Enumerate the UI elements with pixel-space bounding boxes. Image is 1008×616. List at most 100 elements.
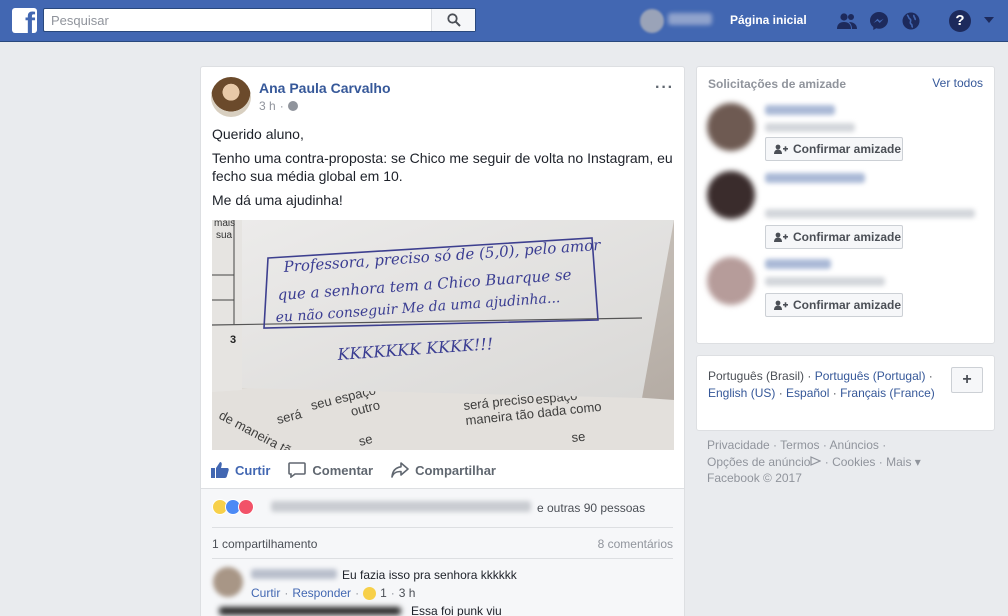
divider bbox=[212, 527, 673, 528]
language-panel: Português (Brasil) · Português (Portugal… bbox=[696, 355, 995, 431]
like-button[interactable]: Curtir bbox=[211, 462, 270, 478]
post-timestamp[interactable]: 3 h bbox=[259, 99, 276, 113]
share-label: Compartilhar bbox=[415, 462, 496, 478]
friend-requests-icon[interactable] bbox=[836, 10, 858, 32]
comment-icon bbox=[288, 462, 307, 478]
footer-link[interactable]: Opções de anúncio bbox=[707, 455, 822, 469]
search-button[interactable] bbox=[431, 9, 475, 31]
feed-post: Ana Paula Carvalho 3 h · ··· Querido alu… bbox=[200, 66, 685, 616]
help-icon[interactable]: ? bbox=[949, 10, 971, 32]
footer-link[interactable]: Termos bbox=[780, 438, 819, 452]
post-photo[interactable]: de maneira tão dado seu espaço outro ser… bbox=[212, 220, 674, 450]
notifications-globe-icon[interactable] bbox=[900, 10, 922, 32]
comment-time[interactable]: 3 h bbox=[399, 586, 416, 600]
mutual-friends-blurred bbox=[765, 209, 975, 218]
top-navigation-bar: f Página inicial ? bbox=[0, 0, 1008, 42]
messenger-icon[interactable] bbox=[868, 10, 890, 32]
ad-choices-icon bbox=[810, 455, 822, 466]
footer-link[interactable]: Anúncios bbox=[830, 438, 879, 452]
current-language: Português (Brasil) bbox=[708, 369, 805, 383]
facebook-logo-icon[interactable]: f bbox=[12, 8, 37, 33]
photo-text: mais bbox=[214, 220, 235, 229]
post-options-button[interactable]: ··· bbox=[655, 79, 674, 97]
friend-requests-panel: Solicitações de amizade Ver todos Confir… bbox=[696, 66, 995, 344]
post-meta: 3 h · bbox=[259, 99, 298, 113]
footer-links: Privacidade · Termos · Anúncios · Opções… bbox=[707, 438, 921, 485]
confirm-friend-button[interactable]: Confirmar amizade bbox=[765, 137, 903, 161]
friend-request-item: Confirmar amizade bbox=[707, 257, 987, 327]
friend-request-item: Confirmar amizade bbox=[707, 103, 987, 173]
language-link[interactable]: Español bbox=[786, 386, 829, 400]
share-count[interactable]: 1 compartilhamento bbox=[212, 537, 317, 551]
confirm-friend-button[interactable]: Confirmar amizade bbox=[765, 225, 903, 249]
confirm-label: Confirmar amizade bbox=[793, 230, 902, 244]
footer-link[interactable]: Cookies bbox=[832, 455, 875, 469]
requester-avatar[interactable] bbox=[707, 171, 755, 219]
more-languages-button[interactable]: + bbox=[951, 367, 983, 393]
see-all-link[interactable]: Ver todos bbox=[932, 76, 983, 90]
footer-link[interactable]: Privacidade bbox=[707, 438, 770, 452]
photo-text: sua bbox=[216, 230, 233, 241]
friend-requests-title: Solicitações de amizade bbox=[708, 77, 847, 91]
add-friend-icon bbox=[774, 232, 788, 242]
comment-reply-link[interactable]: Responder bbox=[292, 586, 351, 600]
profile-name-blurred[interactable] bbox=[668, 13, 712, 25]
top-icons bbox=[836, 10, 922, 32]
comment-text: Essa foi punk viu bbox=[411, 604, 502, 616]
friend-request-item: Confirmar amizade bbox=[707, 171, 987, 249]
requester-name-blurred[interactable] bbox=[765, 259, 831, 269]
photo-text: se bbox=[571, 429, 586, 445]
requester-avatar[interactable] bbox=[707, 257, 755, 305]
mutual-friends-blurred bbox=[765, 277, 885, 286]
requester-name-blurred[interactable] bbox=[765, 105, 835, 115]
language-link[interactable]: Français (France) bbox=[840, 386, 935, 400]
reaction-names-blurred[interactable] bbox=[271, 501, 531, 512]
post-paragraph: Querido aluno, bbox=[212, 126, 304, 142]
copyright: Facebook © 2017 bbox=[707, 471, 802, 485]
divider bbox=[212, 558, 673, 559]
commenter-name-blurred[interactable] bbox=[219, 607, 401, 615]
comment-count[interactable]: 8 comentários bbox=[598, 537, 673, 551]
commenter-name-blurred[interactable] bbox=[251, 569, 337, 579]
post-actions: Curtir Comentar Compartilhar bbox=[201, 452, 684, 488]
confirm-label: Confirmar amizade bbox=[793, 142, 902, 156]
public-globe-icon bbox=[287, 101, 298, 111]
post-text: Querido aluno, Tenho uma contra-proposta… bbox=[212, 125, 674, 215]
confirm-friend-button[interactable]: Confirmar amizade bbox=[765, 293, 903, 317]
photo-text: 3 bbox=[230, 334, 236, 346]
commenter-avatar[interactable] bbox=[213, 567, 243, 597]
confirm-label: Confirmar amizade bbox=[793, 298, 902, 312]
reaction-others-count[interactable]: e outras 90 pessoas bbox=[537, 501, 645, 515]
mutual-friends-blurred bbox=[765, 123, 855, 132]
requester-avatar[interactable] bbox=[707, 103, 755, 151]
love-reaction-icon bbox=[238, 499, 254, 515]
post-paragraph: Me dá uma ajudinha! bbox=[212, 192, 343, 208]
comment-button[interactable]: Comentar bbox=[288, 462, 373, 478]
comment-actions: Curtir · Responder · 1 · 3 h bbox=[251, 586, 416, 600]
share-button[interactable]: Compartilhar bbox=[391, 462, 496, 478]
haha-reaction-icon bbox=[363, 586, 377, 600]
caret-down-icon[interactable] bbox=[984, 17, 994, 23]
post-author-name[interactable]: Ana Paula Carvalho bbox=[259, 80, 391, 96]
language-list: Português (Brasil) · Português (Portugal… bbox=[708, 369, 935, 400]
search-box bbox=[43, 8, 476, 32]
reactions-and-comments: e outras 90 pessoas 1 compartilhamento 8… bbox=[201, 489, 684, 616]
thumbs-up-icon bbox=[211, 462, 229, 478]
requester-name-blurred[interactable] bbox=[765, 173, 865, 183]
comment-like-link[interactable]: Curtir bbox=[251, 586, 280, 600]
language-link[interactable]: Português (Portugal) bbox=[815, 369, 926, 383]
share-icon bbox=[391, 462, 409, 478]
profile-avatar[interactable] bbox=[640, 9, 664, 33]
comment-reaction-count[interactable]: 1 bbox=[380, 586, 387, 600]
like-label: Curtir bbox=[235, 462, 271, 478]
footer-link[interactable]: Mais ▾ bbox=[886, 455, 921, 469]
author-avatar[interactable] bbox=[211, 77, 251, 117]
comment-label: Comentar bbox=[312, 462, 374, 478]
home-link[interactable]: Página inicial bbox=[730, 13, 807, 27]
post-paragraph: Tenho uma contra-proposta: se Chico me s… bbox=[212, 150, 673, 184]
search-icon bbox=[446, 13, 461, 27]
comment-text: Eu fazia isso pra senhora kkkkkk bbox=[342, 568, 517, 582]
search-input[interactable] bbox=[44, 9, 434, 31]
reaction-icons[interactable] bbox=[212, 499, 254, 515]
language-link[interactable]: English (US) bbox=[708, 386, 775, 400]
